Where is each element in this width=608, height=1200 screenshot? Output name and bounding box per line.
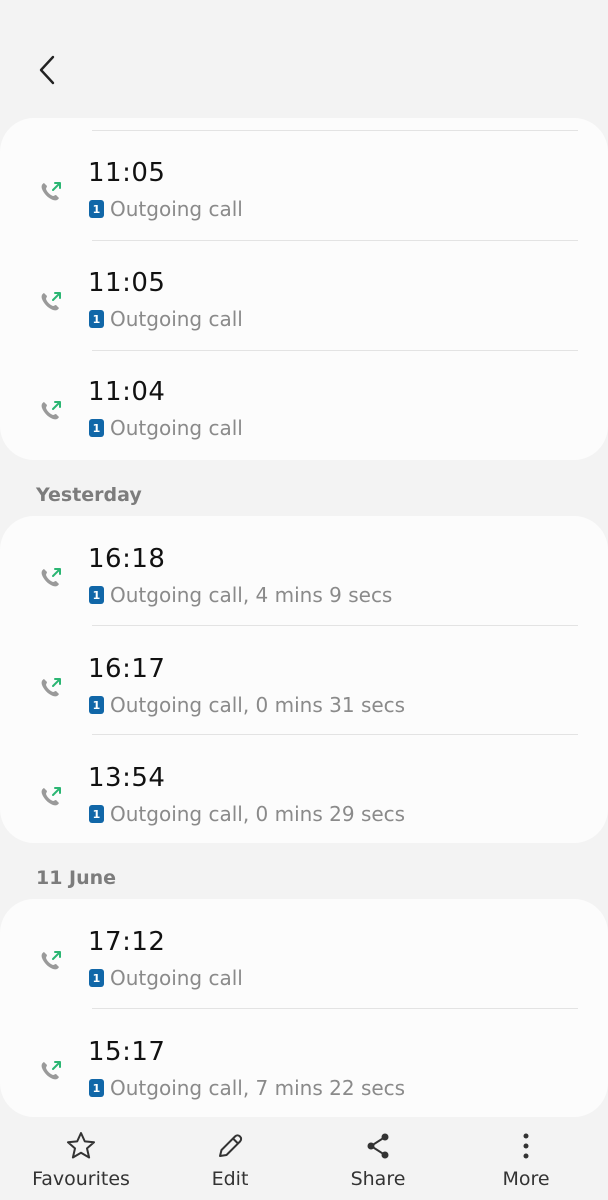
share-button[interactable]: Share [318, 1122, 438, 1200]
call-time: 16:18 [88, 544, 166, 574]
more-button[interactable]: More [466, 1122, 586, 1200]
call-time: 11:05 [88, 158, 166, 188]
more-vertical-icon [510, 1130, 542, 1162]
favourites-button[interactable]: Favourites [21, 1122, 141, 1200]
call-time: 15:17 [88, 1037, 166, 1067]
call-log-row[interactable]: 13:54 1 Outgoing call, 0 mins 29 secs [0, 735, 608, 845]
share-label: Share [350, 1168, 406, 1190]
call-group-11-june: 17:12 1 Outgoing call 15:17 1 Outgoing c… [0, 899, 608, 1117]
call-detail: Outgoing call, 7 mins 22 secs [110, 1076, 406, 1100]
outgoing-call-icon [41, 182, 61, 201]
chevron-left-icon [39, 55, 55, 85]
edit-label: Edit [211, 1168, 249, 1190]
share-icon [362, 1130, 394, 1162]
call-detail: Outgoing call [110, 416, 243, 440]
call-detail: Outgoing call [110, 307, 243, 331]
call-detail: Outgoing call, 0 mins 31 secs [110, 693, 406, 717]
sim-1-icon: 1 [89, 310, 104, 328]
call-log-row[interactable]: 11:05 1 Outgoing call [0, 130, 608, 240]
call-time: 16:17 [88, 654, 166, 684]
call-time: 17:12 [88, 927, 166, 957]
sim-1-icon: 1 [89, 696, 104, 714]
outgoing-call-icon [41, 951, 61, 970]
call-time: 13:54 [88, 763, 166, 793]
call-log-row[interactable]: 11:05 1 Outgoing call [0, 240, 608, 350]
sim-1-icon: 1 [89, 200, 104, 218]
sim-1-icon: 1 [89, 969, 104, 987]
outgoing-call-icon [41, 678, 61, 697]
call-detail: Outgoing call, 0 mins 29 secs [110, 802, 406, 826]
sim-1-icon: 1 [89, 805, 104, 823]
call-time: 11:04 [88, 377, 166, 407]
outgoing-call-icon [41, 568, 61, 587]
call-log-row[interactable]: 16:18 1 Outgoing call, 4 mins 9 secs [0, 516, 608, 626]
call-log-row[interactable]: 17:12 1 Outgoing call [0, 899, 608, 1009]
section-header-11-june: 11 June [36, 867, 117, 889]
outgoing-call-icon [41, 1061, 61, 1080]
section-header-yesterday: Yesterday [36, 484, 142, 506]
call-log-row[interactable]: 11:04 1 Outgoing call [0, 349, 608, 459]
pencil-icon [214, 1130, 246, 1162]
more-label: More [502, 1168, 550, 1190]
call-group-yesterday: 16:18 1 Outgoing call, 4 mins 9 secs 16:… [0, 516, 608, 843]
call-log-row[interactable]: 16:17 1 Outgoing call, 0 mins 31 secs [0, 626, 608, 736]
outgoing-call-icon [41, 787, 61, 806]
call-log-row[interactable]: 15:17 1 Outgoing call, 7 mins 22 secs [0, 1009, 608, 1119]
edit-button[interactable]: Edit [170, 1122, 290, 1200]
sim-1-icon: 1 [89, 1079, 104, 1097]
call-detail: Outgoing call, 4 mins 9 secs [110, 583, 393, 607]
outgoing-call-icon [41, 401, 61, 420]
outgoing-call-icon [41, 292, 61, 311]
back-button[interactable] [30, 52, 66, 88]
star-icon [65, 1130, 97, 1162]
bottom-action-bar: Favourites Edit Share More [0, 1122, 608, 1200]
call-detail: Outgoing call [110, 197, 243, 221]
favourites-label: Favourites [32, 1168, 130, 1190]
call-detail: Outgoing call [110, 966, 243, 990]
call-time: 11:05 [88, 268, 166, 298]
sim-1-icon: 1 [89, 419, 104, 437]
call-group-today: 11:05 1 Outgoing call 11:05 1 Outgoing c… [0, 118, 608, 460]
sim-1-icon: 1 [89, 586, 104, 604]
